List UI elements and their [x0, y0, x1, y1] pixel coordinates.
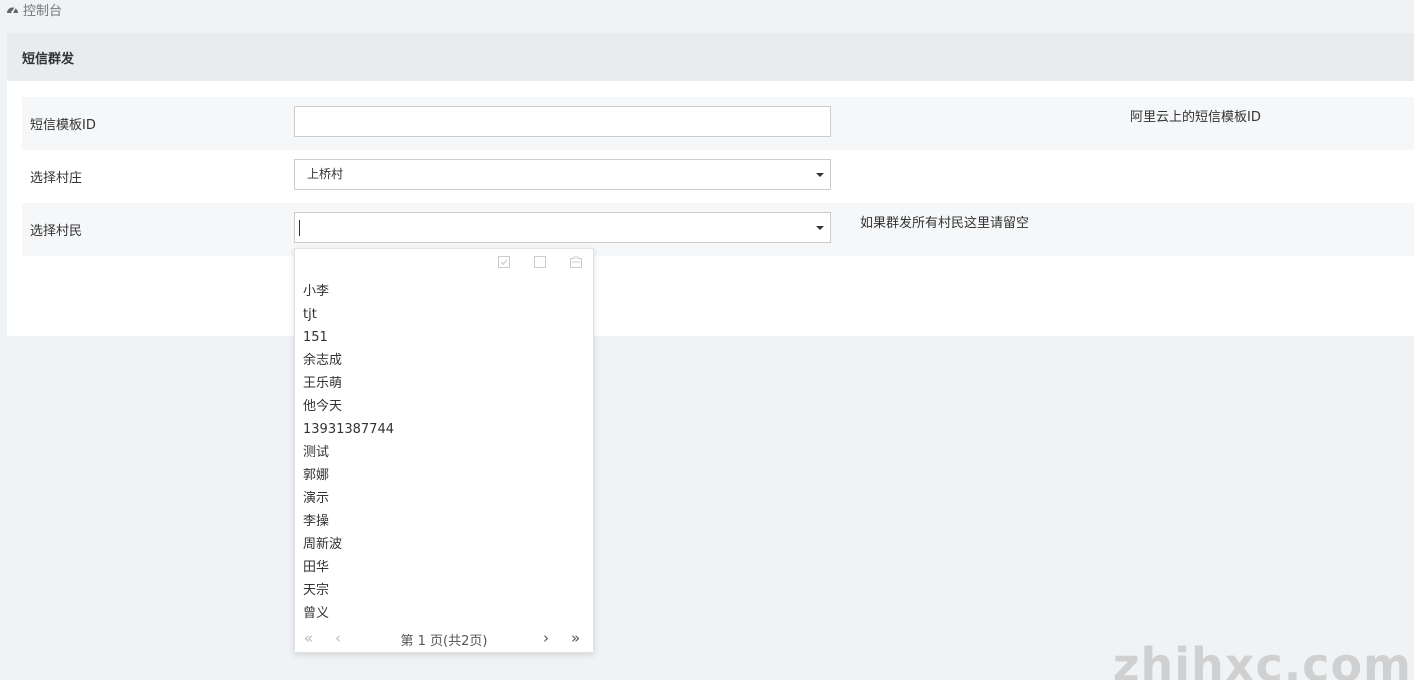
villager-option[interactable]: 天宗	[303, 579, 394, 602]
breadcrumb-label[interactable]: 控制台	[23, 0, 62, 19]
villager-option[interactable]: 13931387744	[303, 418, 394, 441]
template-id-input[interactable]	[294, 106, 831, 137]
last-page-button[interactable]: »	[571, 629, 580, 647]
dropdown-toolbar	[497, 255, 583, 269]
villager-option[interactable]: 郭娜	[303, 464, 394, 487]
villager-label: 选择村民	[30, 224, 83, 239]
template-id-help: 阿里云上的短信模板ID	[1130, 110, 1261, 125]
villager-option[interactable]: 周新波	[303, 533, 394, 556]
chevron-down-icon	[816, 173, 824, 177]
villager-option[interactable]: 演示	[303, 487, 394, 510]
villager-help: 如果群发所有村民这里请留空	[860, 216, 1030, 231]
village-select-value: 上桥村	[307, 167, 344, 181]
select-all-icon[interactable]	[497, 255, 511, 269]
village-select[interactable]: 上桥村	[294, 159, 831, 190]
form-row-villager: 选择村民 如果群发所有村民这里请留空	[22, 203, 1414, 256]
villager-option[interactable]: 151	[303, 326, 394, 349]
form-row-village: 选择村庄 上桥村	[22, 150, 1414, 203]
chevron-down-icon	[816, 226, 824, 230]
next-page-button[interactable]: ›	[543, 629, 549, 647]
template-id-label: 短信模板ID	[30, 118, 96, 133]
villager-option[interactable]: 王乐萌	[303, 372, 394, 395]
villager-option[interactable]: 他今天	[303, 395, 394, 418]
clear-icon[interactable]	[569, 255, 583, 269]
villager-option[interactable]: 田华	[303, 556, 394, 579]
villager-option[interactable]: 曾义	[303, 602, 394, 625]
dashboard-icon	[6, 4, 19, 15]
form-row-template-id: 短信模板ID 阿里云上的短信模板ID	[22, 97, 1414, 150]
villager-select-input[interactable]	[294, 212, 831, 243]
watermark: zhihxc.com	[1112, 638, 1412, 680]
dropdown-pagination: « ‹ 第 1 页(共2页) › »	[295, 624, 593, 652]
villager-option[interactable]: 小李	[303, 280, 394, 303]
villager-dropdown: 小李 tjt 151 余志成 王乐萌 他今天 13931387744 测试 郭娜 演示 李操 周新波田…	[294, 248, 594, 653]
villager-option[interactable]: tjt	[303, 303, 394, 326]
villager-option[interactable]: 李操	[303, 510, 394, 533]
text-cursor	[299, 220, 300, 236]
villager-option[interactable]: 余志成	[303, 349, 394, 372]
sms-broadcast-panel: 短信群发 短信模板ID 阿里云上的短信模板ID 选择村庄 上桥村 选择村民 如果…	[7, 33, 1414, 336]
village-label: 选择村庄	[30, 171, 83, 186]
panel-title: 短信群发	[7, 33, 1414, 81]
unselect-all-icon[interactable]	[533, 255, 547, 269]
breadcrumb: 控制台	[6, 0, 62, 19]
villager-option[interactable]: 测试	[303, 441, 394, 464]
villager-option-list: 小李 tjt 151 余志成 王乐萌 他今天 13931387744 测试 郭娜 演示 李操 周新波田…	[303, 280, 394, 625]
